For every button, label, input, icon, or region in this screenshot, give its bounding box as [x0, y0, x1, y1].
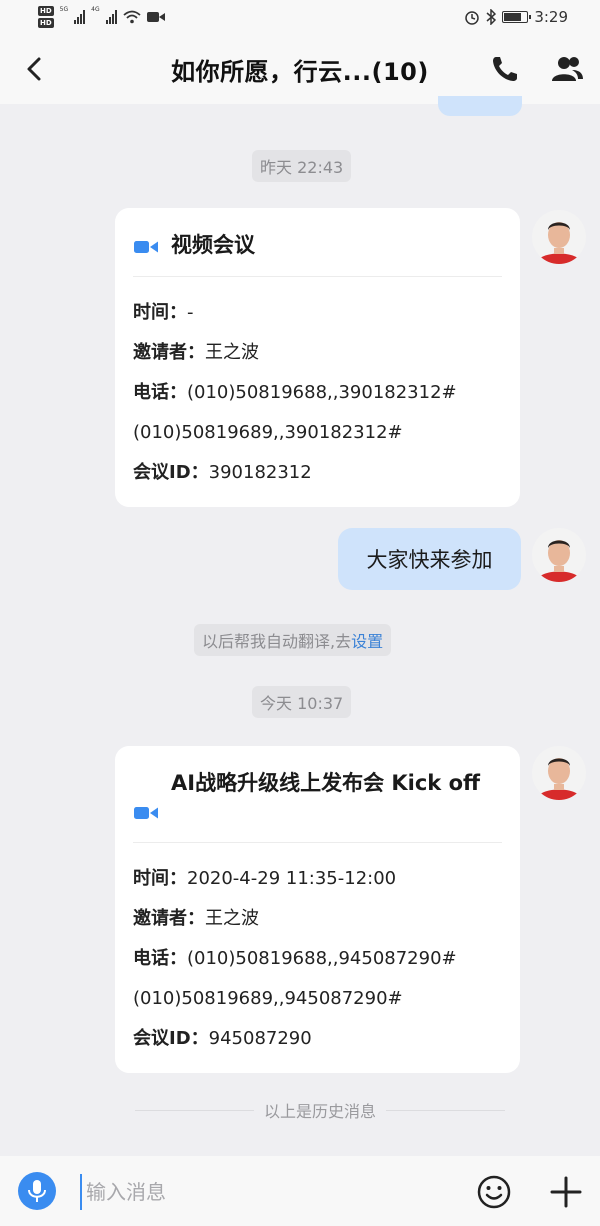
voice-button[interactable]	[18, 1172, 56, 1210]
message-list[interactable]: 昨天 22:43 视频会议 时间：- 邀请者：王之波 电话：(010)50819…	[0, 96, 600, 1154]
alarm-icon	[465, 11, 480, 25]
members-icon[interactable]	[550, 54, 584, 84]
meeting-title: AI战略升级线上发布会 Kick off	[171, 771, 481, 795]
history-divider-label: 以上是历史消息	[264, 1102, 377, 1121]
meeting-card-header: 视频会议	[133, 230, 502, 277]
avatar[interactable]	[532, 746, 586, 800]
meeting-card-header: AI战略升级线上发布会 Kick off	[133, 768, 502, 843]
signal-icon	[105, 10, 117, 24]
meeting-id-label: 会议ID：	[133, 462, 209, 483]
meeting-time-row: 时间：2020-4-29 11:35-12:00	[133, 859, 502, 899]
meeting-time-value: -	[187, 302, 194, 323]
meeting-inviter-value: 王之波	[205, 342, 259, 363]
meeting-phone-label: 电话：	[133, 948, 187, 969]
meeting-inviter-label: 邀请者：	[133, 908, 205, 929]
meeting-inviter-row: 邀请者：王之波	[133, 899, 502, 939]
meeting-phone-row: 电话：(010)50819688,,945087290#	[133, 939, 502, 979]
emoji-icon[interactable]	[476, 1174, 512, 1210]
meeting-title: 视频会议	[171, 233, 255, 257]
meeting-time-value: 2020-4-29 11:35-12:00	[187, 868, 397, 889]
status-left: HD HD 5G 4G	[38, 6, 165, 28]
meeting-phone-number[interactable]: (010)50819689,,390182312#	[133, 422, 403, 443]
status-bar: HD HD 5G 4G 3:29	[0, 0, 600, 34]
battery-icon	[502, 11, 532, 23]
avatar-image	[532, 528, 586, 582]
avatar-image	[532, 210, 586, 264]
chat-header: 如你所愿，行云...(10)	[0, 34, 600, 104]
divider-line	[135, 1109, 254, 1111]
meeting-time-row: 时间：-	[133, 293, 502, 333]
video-record-icon	[146, 12, 165, 22]
video-meeting-icon	[134, 807, 158, 819]
input-bar	[0, 1156, 600, 1226]
meeting-inviter-label: 邀请者：	[133, 342, 205, 363]
signal-icon	[74, 10, 86, 24]
meeting-id-value: 390182312	[208, 462, 312, 483]
wifi-icon	[123, 10, 141, 24]
meeting-inviter-value: 王之波	[205, 908, 259, 929]
system-note-text: 以后帮我自动翻译,去	[202, 632, 352, 651]
meeting-id-row: 会议ID：945087290	[133, 1019, 502, 1059]
meeting-phone-row-2: (010)50819689,,945087290#	[133, 979, 502, 1019]
previous-message-bubble	[438, 96, 522, 116]
network-label-4g: 4G	[91, 6, 100, 13]
hd-badge-icon: HD	[38, 18, 54, 28]
meeting-id-row: 会议ID：390182312	[133, 453, 502, 493]
avatar[interactable]	[532, 528, 586, 582]
phone-icon[interactable]	[490, 54, 520, 84]
meeting-card[interactable]: 视频会议 时间：- 邀请者：王之波 电话：(010)50819688,,3901…	[115, 208, 520, 507]
network-label-5g: 5G	[59, 6, 69, 13]
meeting-phone-number[interactable]: (010)50819688,,390182312#	[187, 382, 457, 403]
history-divider: 以上是历史消息	[135, 1098, 506, 1122]
meeting-card[interactable]: AI战略升级线上发布会 Kick off 时间：2020-4-29 11:35-…	[115, 746, 520, 1073]
mic-icon	[28, 1180, 46, 1202]
avatar-image	[532, 746, 586, 800]
settings-link[interactable]: 设置	[351, 632, 383, 651]
bluetooth-icon	[486, 9, 497, 25]
meeting-inviter-row: 邀请者：王之波	[133, 333, 502, 373]
status-right: 3:29	[464, 8, 568, 26]
avatar[interactable]	[532, 210, 586, 264]
video-meeting-icon	[134, 241, 158, 253]
clock-time: 3:29	[534, 8, 568, 26]
meeting-phone-row: 电话：(010)50819688,,390182312#	[133, 373, 502, 413]
meeting-phone-number[interactable]: (010)50819689,,945087290#	[133, 988, 403, 1009]
timestamp: 今天 10:37	[252, 686, 352, 718]
meeting-time-label: 时间：	[133, 868, 187, 889]
meeting-id-value: 945087290	[208, 1028, 312, 1049]
back-icon[interactable]	[22, 56, 48, 82]
meeting-id-label: 会议ID：	[133, 1028, 209, 1049]
my-message-bubble[interactable]: 大家快来参加	[338, 528, 521, 590]
message-input[interactable]	[80, 1174, 460, 1210]
meeting-phone-number[interactable]: (010)50819688,,945087290#	[187, 948, 457, 969]
meeting-time-label: 时间：	[133, 302, 187, 323]
meeting-phone-label: 电话：	[133, 382, 187, 403]
translate-settings-note: 以后帮我自动翻译,去设置	[194, 624, 392, 656]
plus-icon[interactable]	[548, 1174, 584, 1210]
divider-line	[386, 1109, 506, 1111]
meeting-phone-row-2: (010)50819689,,390182312#	[133, 413, 502, 453]
hd-badge-icon: HD	[38, 6, 54, 16]
timestamp: 昨天 22:43	[252, 150, 352, 182]
hd-badges: HD HD	[38, 6, 54, 28]
